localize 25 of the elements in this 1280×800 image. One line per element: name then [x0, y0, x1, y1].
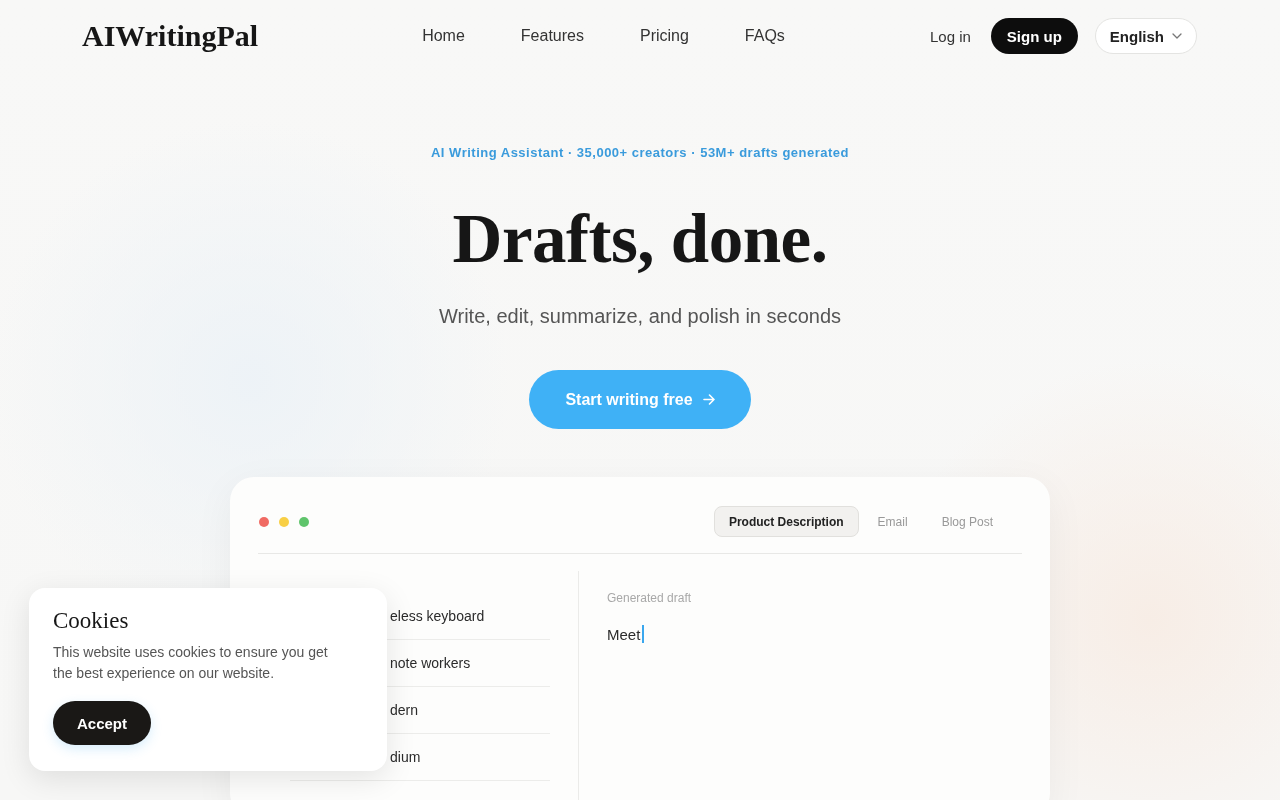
nav-link[interactable]: Features [520, 27, 584, 45]
input-item[interactable]: dium [390, 749, 421, 765]
text-cursor-icon [642, 625, 645, 643]
generated-text: Meet [607, 625, 641, 643]
arrow-right-icon [702, 394, 715, 405]
input-item[interactable]: dern [390, 702, 419, 718]
chevron-down-icon [1172, 33, 1182, 39]
logo[interactable]: AIWritingPal [82, 19, 259, 53]
window-controls-icon [259, 516, 309, 527]
input-item[interactable]: note workers [390, 655, 471, 671]
nav-link[interactable]: Home [422, 27, 465, 45]
output-label: Generated draft [607, 591, 692, 605]
signup-button[interactable]: Sign up [990, 18, 1078, 54]
cookie-title: Cookies [53, 608, 130, 634]
accept-button[interactable]: Accept [53, 701, 152, 745]
demo-tab[interactable]: Product Description [713, 506, 859, 537]
language-dropdown[interactable]: English [1094, 18, 1197, 54]
hero-title: Drafts, done. [452, 200, 828, 279]
hero-subtitle: Write, edit, summarize, and polish in seconds [439, 305, 841, 328]
cookie-text: This website uses cookies to ensure you get the best experience on our website. [53, 643, 329, 683]
input-item[interactable]: eless keyboard [390, 608, 485, 624]
login-link[interactable]: Log in [929, 27, 971, 45]
nav-link[interactable]: FAQs [744, 27, 785, 45]
nav-link[interactable]: Pricing [639, 27, 689, 45]
tagline: AI Writing Assistant · 35,000+ creators · 53M+ drafts generated [431, 145, 849, 160]
